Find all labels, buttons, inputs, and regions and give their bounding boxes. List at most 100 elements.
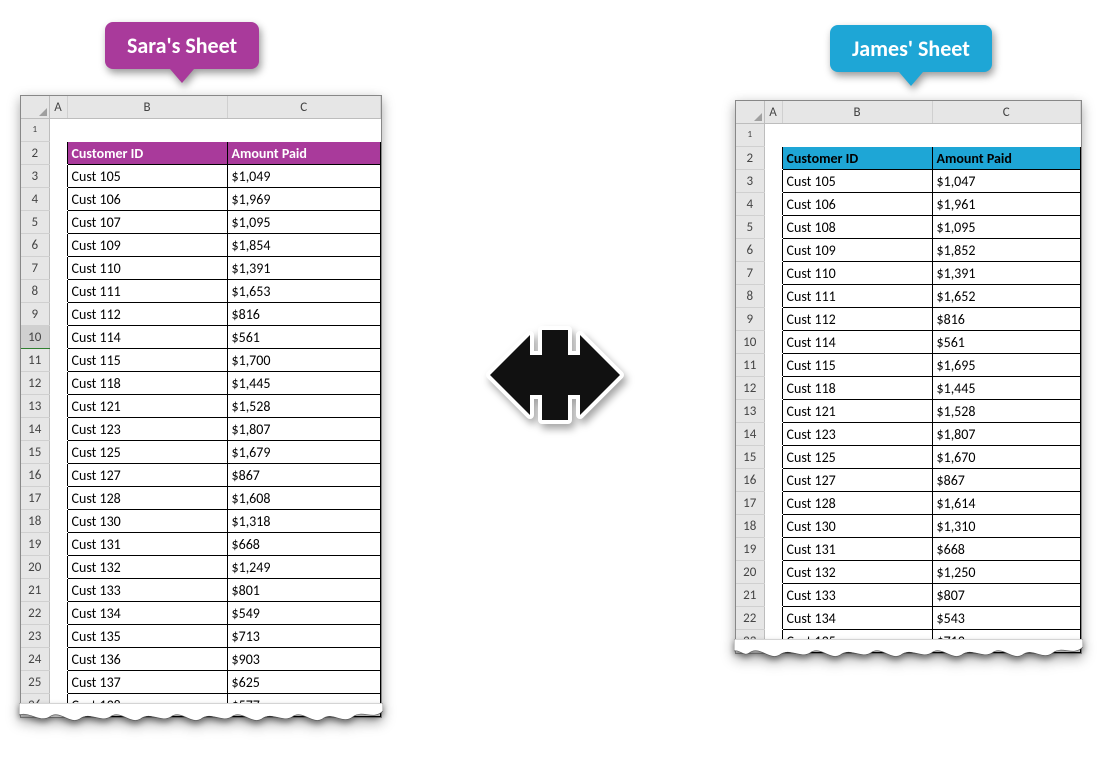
- table-row[interactable]: 22Cust 134$549: [21, 602, 381, 625]
- cell-amount-paid[interactable]: $1,249: [227, 556, 381, 579]
- table-row[interactable]: 4Cust 106$1,969: [21, 188, 381, 211]
- cell-empty[interactable]: [49, 510, 67, 533]
- cell-customer-id[interactable]: Cust 128: [67, 487, 227, 510]
- cell-empty[interactable]: [49, 372, 67, 395]
- cell-empty[interactable]: [49, 464, 67, 487]
- row-header[interactable]: 4: [736, 193, 764, 216]
- table-row[interactable]: 17 Cust 128$1,614: [736, 492, 1081, 515]
- cell-empty[interactable]: [49, 395, 67, 418]
- table-row[interactable]: 3Cust 105$1,047: [736, 170, 1081, 193]
- row-header[interactable]: 10: [736, 331, 764, 354]
- cell-customer-id[interactable]: Cust 115: [782, 354, 932, 377]
- cell-amount-paid[interactable]: $1,852: [932, 239, 1081, 262]
- header-amount-paid[interactable]: Amount Paid: [932, 147, 1081, 170]
- row-header[interactable]: 1: [21, 119, 49, 142]
- cell-empty[interactable]: [49, 326, 67, 349]
- cell-customer-id[interactable]: Cust 128: [782, 492, 932, 515]
- col-B[interactable]: B: [782, 101, 932, 124]
- cell-customer-id[interactable]: Cust 111: [782, 285, 932, 308]
- cell-customer-id[interactable]: Cust 133: [67, 579, 227, 602]
- cell-empty[interactable]: [782, 124, 932, 147]
- row-header[interactable]: 21: [736, 584, 764, 607]
- cell-customer-id[interactable]: Cust 134: [782, 607, 932, 630]
- cell-customer-id[interactable]: Cust 118: [67, 372, 227, 395]
- table-row[interactable]: 16Cust 127$867: [736, 469, 1081, 492]
- row-header[interactable]: 6: [736, 239, 764, 262]
- cell-amount-paid[interactable]: $1,391: [932, 262, 1081, 285]
- cell-amount-paid[interactable]: $561: [227, 326, 381, 349]
- table-row[interactable]: 21 Cust 133$807: [736, 584, 1081, 607]
- select-all-corner[interactable]: [21, 96, 49, 119]
- row-header[interactable]: 11: [736, 354, 764, 377]
- cell-empty[interactable]: [49, 142, 67, 165]
- table-row[interactable]: 1: [736, 124, 1081, 147]
- row-header[interactable]: 23: [21, 625, 49, 648]
- row-header[interactable]: 10: [21, 326, 49, 349]
- cell-amount-paid[interactable]: $1,854: [227, 234, 381, 257]
- col-A[interactable]: A: [49, 96, 67, 119]
- col-header-row[interactable]: A B C: [736, 101, 1081, 124]
- cell-customer-id[interactable]: Cust 132: [67, 556, 227, 579]
- row-header[interactable]: 15: [736, 446, 764, 469]
- cell-empty[interactable]: [764, 170, 782, 193]
- cell-customer-id[interactable]: Cust 131: [782, 538, 932, 561]
- cell-customer-id[interactable]: Cust 112: [782, 308, 932, 331]
- table-row[interactable]: 7Cust 110$1,391: [736, 262, 1081, 285]
- table-row[interactable]: 22Cust 134$543: [736, 607, 1081, 630]
- row-header[interactable]: 5: [21, 211, 49, 234]
- cell-customer-id[interactable]: Cust 121: [782, 400, 932, 423]
- col-C[interactable]: C: [932, 101, 1081, 124]
- cell-amount-paid[interactable]: $1,095: [932, 216, 1081, 239]
- table-row[interactable]: 2Customer IDAmount Paid: [736, 147, 1081, 170]
- cell-amount-paid[interactable]: $867: [227, 464, 381, 487]
- row-header[interactable]: 19: [21, 533, 49, 556]
- table-row[interactable]: 5Cust 107$1,095: [21, 211, 381, 234]
- row-header[interactable]: 8: [21, 280, 49, 303]
- cell-amount-paid[interactable]: $816: [227, 303, 381, 326]
- table-row[interactable]: 14Cust 123$1,807: [736, 423, 1081, 446]
- table-row[interactable]: 3Cust 105$1,049: [21, 165, 381, 188]
- cell-customer-id[interactable]: Cust 133: [782, 584, 932, 607]
- cell-customer-id[interactable]: Cust 114: [782, 331, 932, 354]
- cell-empty[interactable]: [49, 303, 67, 326]
- cell-empty[interactable]: [49, 188, 67, 211]
- row-header[interactable]: 9: [21, 303, 49, 326]
- cell-empty[interactable]: [764, 515, 782, 538]
- col-A[interactable]: A: [764, 101, 782, 124]
- row-header[interactable]: 17: [736, 492, 764, 515]
- cell-amount-paid[interactable]: $1,807: [227, 418, 381, 441]
- table-row[interactable]: 24Cust 136$903: [21, 648, 381, 671]
- row-header[interactable]: 11: [21, 349, 49, 372]
- table-row[interactable]: 13Cust 121$1,528: [736, 400, 1081, 423]
- cell-empty[interactable]: [49, 257, 67, 280]
- cell-empty[interactable]: [49, 234, 67, 257]
- table-row[interactable]: 16Cust 127$867: [21, 464, 381, 487]
- row-header[interactable]: 21: [21, 579, 49, 602]
- cell-empty[interactable]: [764, 492, 782, 515]
- cell-customer-id[interactable]: Cust 110: [67, 257, 227, 280]
- cell-empty[interactable]: [764, 331, 782, 354]
- table-row[interactable]: 5Cust 108$1,095: [736, 216, 1081, 239]
- row-header[interactable]: 16: [21, 464, 49, 487]
- select-all-corner[interactable]: [736, 101, 764, 124]
- cell-customer-id[interactable]: Cust 121: [67, 395, 227, 418]
- cell-amount-paid[interactable]: $1,318: [227, 510, 381, 533]
- cell-empty[interactable]: [764, 538, 782, 561]
- cell-amount-paid[interactable]: $807: [932, 584, 1081, 607]
- cell-customer-id[interactable]: Cust 108: [782, 216, 932, 239]
- row-header[interactable]: 25: [21, 671, 49, 694]
- cell-amount-paid[interactable]: $1,391: [227, 257, 381, 280]
- cell-empty[interactable]: [764, 561, 782, 584]
- table-row[interactable]: 4Cust 106$1,961: [736, 193, 1081, 216]
- row-header[interactable]: 13: [21, 395, 49, 418]
- cell-empty[interactable]: [764, 285, 782, 308]
- cell-empty[interactable]: [67, 119, 227, 142]
- cell-amount-paid[interactable]: $1,528: [227, 395, 381, 418]
- cell-amount-paid[interactable]: $1,614: [932, 492, 1081, 515]
- cell-amount-paid[interactable]: $1,528: [932, 400, 1081, 423]
- table-row[interactable]: 13 Cust 121$1,528: [21, 395, 381, 418]
- cell-customer-id[interactable]: Cust 109: [67, 234, 227, 257]
- row-header[interactable]: 7: [21, 257, 49, 280]
- row-header[interactable]: 17: [21, 487, 49, 510]
- col-B[interactable]: B: [67, 96, 227, 119]
